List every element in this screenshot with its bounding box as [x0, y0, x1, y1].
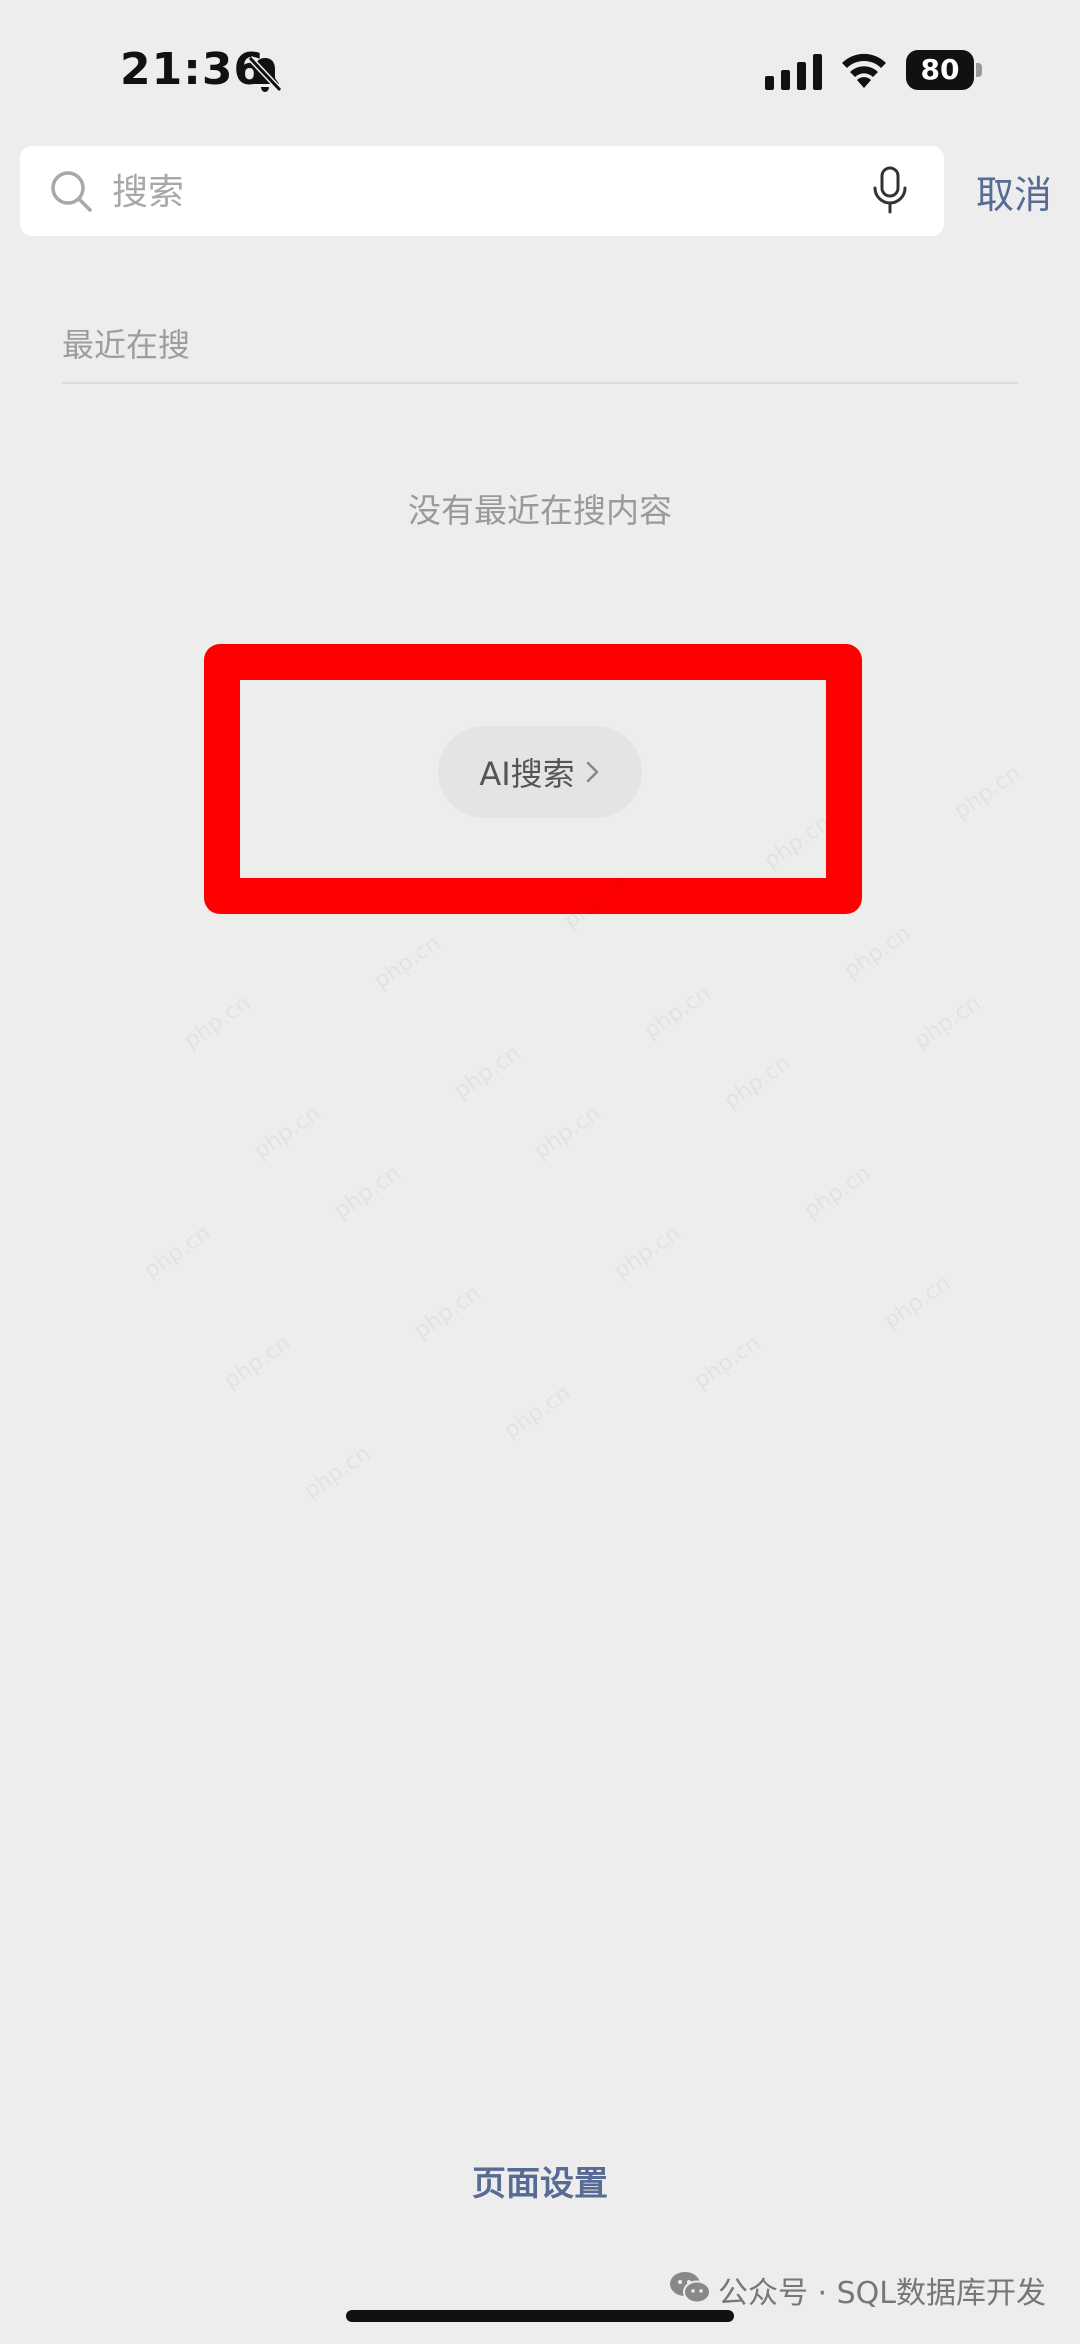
chevron-right-icon [586, 761, 598, 783]
wechat-icon [670, 2272, 711, 2304]
battery-level: 80 [906, 50, 974, 90]
watermark-text: php.cn [640, 981, 716, 1044]
watermark-text: php.cn [450, 1041, 526, 1104]
watermark-text: php.cn [330, 1161, 406, 1224]
cancel-button[interactable]: 取消 [976, 164, 1052, 219]
status-bar: 21:36 80 [0, 0, 1080, 140]
watermark-text: php.cn [840, 921, 916, 984]
ai-search-button[interactable]: AI搜索 [438, 726, 642, 818]
recent-empty-message: 没有最近在搜内容 [408, 491, 672, 530]
watermark-text: php.cn [140, 1221, 216, 1284]
status-time: 21:36 [120, 44, 266, 95]
recent-searches-title: 最近在搜 [62, 326, 191, 364]
search-icon [51, 171, 92, 212]
watermark-text: php.cn [530, 1101, 606, 1164]
watermark-text: php.cn [800, 1161, 876, 1224]
wifi-icon [842, 53, 886, 88]
watermark-text: php.cn [410, 1281, 486, 1344]
account-credit: 公众号 · SQL数据库开发 [718, 2276, 1046, 2311]
search-bar[interactable] [20, 146, 944, 238]
search-page: 21:36 80 搜索 取消 最近在搜 没有最近在搜内容 AI搜索 页面设置 公… [0, 0, 1080, 2344]
recent-divider [62, 382, 1018, 384]
watermark-text: php.cn [250, 1101, 326, 1164]
watermark-text: php.cn [220, 1331, 296, 1394]
watermark-text: php.cn [910, 991, 986, 1054]
battery-cap [976, 63, 982, 77]
bell-mute-icon [247, 55, 283, 93]
watermark-text: php.cn [180, 991, 256, 1054]
watermark-text: php.cn [500, 1381, 576, 1444]
battery-icon: 80 [906, 50, 982, 90]
watermark-text: php.cn [720, 1051, 796, 1114]
watermark-text: php.cn [880, 1271, 956, 1334]
watermark-text: php.cn [950, 761, 1026, 824]
watermark-text: php.cn [610, 1221, 686, 1284]
watermark-text: php.cn [370, 931, 446, 994]
cellular-signal-icon [765, 54, 822, 90]
ai-search-label: AI搜索 [479, 755, 575, 793]
search-input[interactable] [110, 146, 854, 238]
home-indicator[interactable] [346, 2310, 734, 2322]
watermark-text: php.cn [300, 1441, 376, 1504]
page-settings-link[interactable]: 页面设置 [0, 2156, 1080, 2205]
microphone-icon[interactable] [870, 166, 910, 216]
watermark-text: php.cn [690, 1331, 766, 1394]
